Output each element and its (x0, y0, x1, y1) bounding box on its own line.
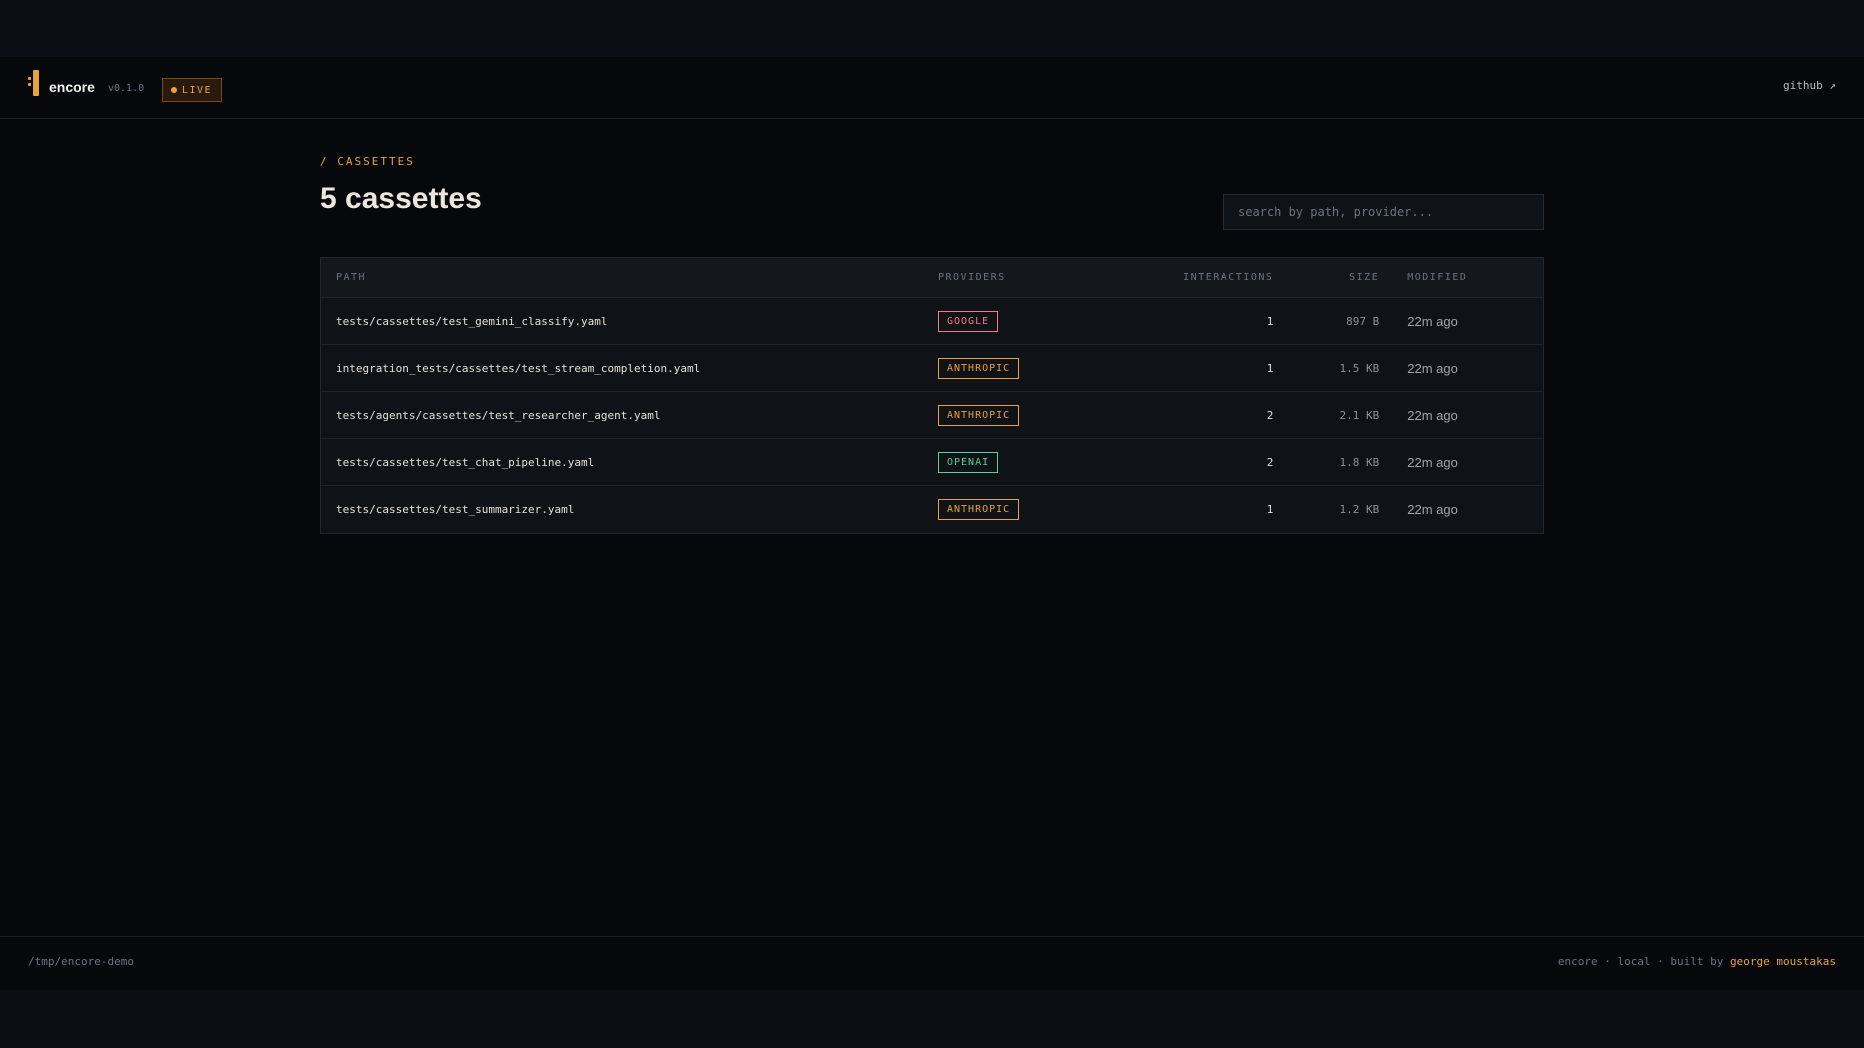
provider-cell: GOOGLE (937, 310, 1138, 332)
file-size: 897 B (1346, 314, 1380, 328)
modified-time: 22m ago (1407, 360, 1458, 376)
provider-cell: ANTHROPIC (937, 357, 1138, 379)
logo-icon (28, 70, 42, 96)
file-size: 1.5 KB (1339, 361, 1380, 375)
provider-cell: ANTHROPIC (937, 499, 1138, 520)
footer-path: /tmp/encore-demo (28, 955, 134, 968)
provider-badge: OPENAI (937, 451, 999, 473)
table-row[interactable]: tests/cassettes/test_summarizer.yaml ANTH… (321, 486, 1543, 533)
footer-meta: encore · local · built by george moustak… (1558, 955, 1836, 968)
breadcrumb: / CASSETTES (320, 155, 415, 168)
provider-cell: ANTHROPIC (937, 404, 1138, 426)
file-size: 1.2 KB (1339, 503, 1380, 516)
live-label: LIVE (182, 84, 213, 96)
github-link[interactable]: github ↗ (1783, 79, 1836, 92)
modified-time: 22m ago (1407, 502, 1458, 517)
live-badge: LIVE (162, 78, 223, 102)
page-title: 5 cassettes (320, 182, 482, 215)
top-bar: encore v0.1.0 LIVE github ↗ (0, 57, 1864, 119)
interactions-count: 1 (1266, 314, 1274, 328)
table-row[interactable]: tests/cassettes/test_gemini_classify.yam… (321, 298, 1543, 345)
column-header-path[interactable]: PATH (321, 272, 938, 283)
author-link[interactable]: george moustakas (1730, 955, 1836, 968)
cassette-path[interactable]: tests/cassettes/test_summarizer.yaml (321, 503, 938, 516)
provider-badge: ANTHROPIC (937, 357, 1020, 379)
provider-badge: ANTHROPIC (937, 499, 1020, 520)
column-header-providers[interactable]: PROVIDERS (938, 272, 1138, 283)
search-input[interactable] (1223, 194, 1544, 230)
interactions-count: 2 (1266, 455, 1274, 469)
provider-badge: GOOGLE (937, 310, 999, 332)
cassette-path[interactable]: tests/cassettes/test_chat_pipeline.yaml (321, 456, 938, 469)
interactions-count: 1 (1266, 503, 1274, 516)
column-header-interactions[interactable]: INTERACTIONS (1138, 272, 1274, 283)
interactions-count: 2 (1266, 408, 1274, 422)
provider-cell: OPENAI (937, 451, 1138, 473)
file-size: 2.1 KB (1339, 408, 1380, 422)
modified-time: 22m ago (1407, 454, 1458, 470)
table-row[interactable]: tests/agents/cassettes/test_researcher_a… (321, 392, 1543, 439)
live-dot-icon (171, 87, 177, 93)
cassettes-table: PATH PROVIDERS INTERACTIONS SIZE MODIFIE… (320, 257, 1544, 534)
file-size: 1.8 KB (1339, 455, 1380, 469)
cassette-path[interactable]: tests/agents/cassettes/test_researcher_a… (321, 409, 938, 422)
interactions-count: 1 (1266, 361, 1274, 375)
column-header-modified[interactable]: MODIFIED (1379, 272, 1543, 283)
table-row[interactable]: integration_tests/cassettes/test_stream_… (321, 345, 1543, 392)
modified-time: 22m ago (1407, 313, 1458, 329)
column-header-size[interactable]: SIZE (1273, 272, 1379, 283)
app-window: encore v0.1.0 LIVE github ↗ / CASSETTES … (0, 57, 1864, 990)
modified-time: 22m ago (1407, 407, 1458, 423)
footer-meta-text: encore · local · built by (1557, 955, 1731, 968)
footer: /tmp/encore-demo encore · local · built … (0, 936, 1864, 990)
table-header: PATH PROVIDERS INTERACTIONS SIZE MODIFIE… (321, 258, 1543, 298)
cassette-path[interactable]: tests/cassettes/test_gemini_classify.yam… (321, 315, 938, 328)
brand-name[interactable]: encore (49, 79, 95, 95)
table-row[interactable]: tests/cassettes/test_chat_pipeline.yaml O… (321, 439, 1543, 486)
provider-badge: ANTHROPIC (937, 404, 1020, 426)
cassette-path[interactable]: integration_tests/cassettes/test_stream_… (321, 362, 938, 375)
table-body: tests/cassettes/test_gemini_classify.yam… (321, 298, 1543, 533)
version-label: v0.1.0 (108, 83, 145, 94)
